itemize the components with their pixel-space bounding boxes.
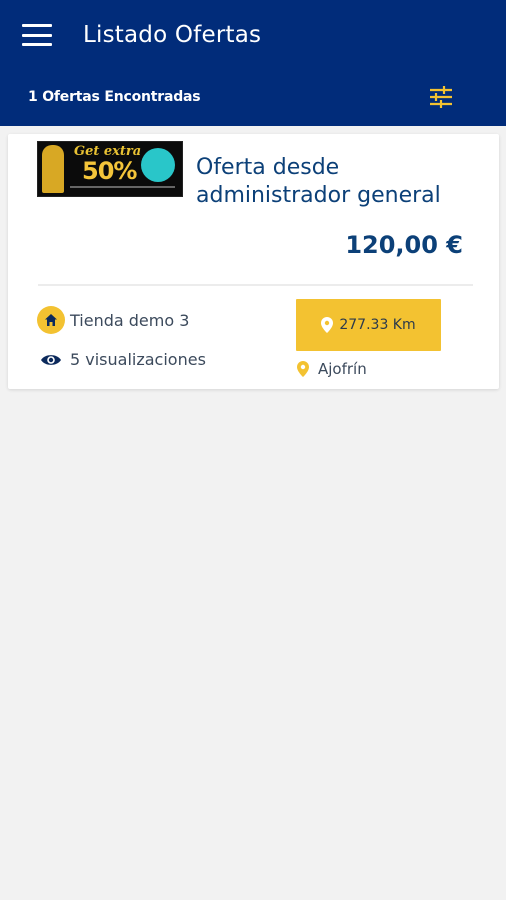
offer-title[interactable]: Oferta desde administrador general xyxy=(196,154,481,210)
offer-price: 120,00 € xyxy=(345,231,463,259)
city-location: Ajofrín xyxy=(297,360,367,378)
menu-icon[interactable] xyxy=(22,22,52,48)
store-link[interactable]: Tienda demo 3 xyxy=(37,306,189,334)
eye-icon xyxy=(41,354,61,365)
views-count: 5 visualizaciones xyxy=(40,350,206,369)
offer-image: Get extra 50% xyxy=(37,141,183,197)
offer-banner-discount: 50% xyxy=(82,157,137,185)
city-name: Ajofrín xyxy=(318,360,367,378)
map-pin-icon xyxy=(321,317,334,333)
page-title: Listado Ofertas xyxy=(83,22,262,48)
views-text: 5 visualizaciones xyxy=(70,350,206,369)
result-count: 1 Ofertas Encontradas xyxy=(28,89,201,105)
home-icon xyxy=(37,306,65,334)
app-bar: Listado Ofertas 1 Ofertas Encontradas xyxy=(0,0,506,126)
map-pin-icon xyxy=(297,361,309,377)
offer-card[interactable]: Get extra 50% Oferta desde administrador… xyxy=(8,134,499,389)
filter-icon[interactable] xyxy=(428,85,454,109)
distance-button[interactable]: 277.33 Km xyxy=(296,299,441,351)
store-name: Tienda demo 3 xyxy=(70,310,190,330)
distance-label: 277.33 Km xyxy=(339,317,416,333)
divider xyxy=(38,284,473,286)
